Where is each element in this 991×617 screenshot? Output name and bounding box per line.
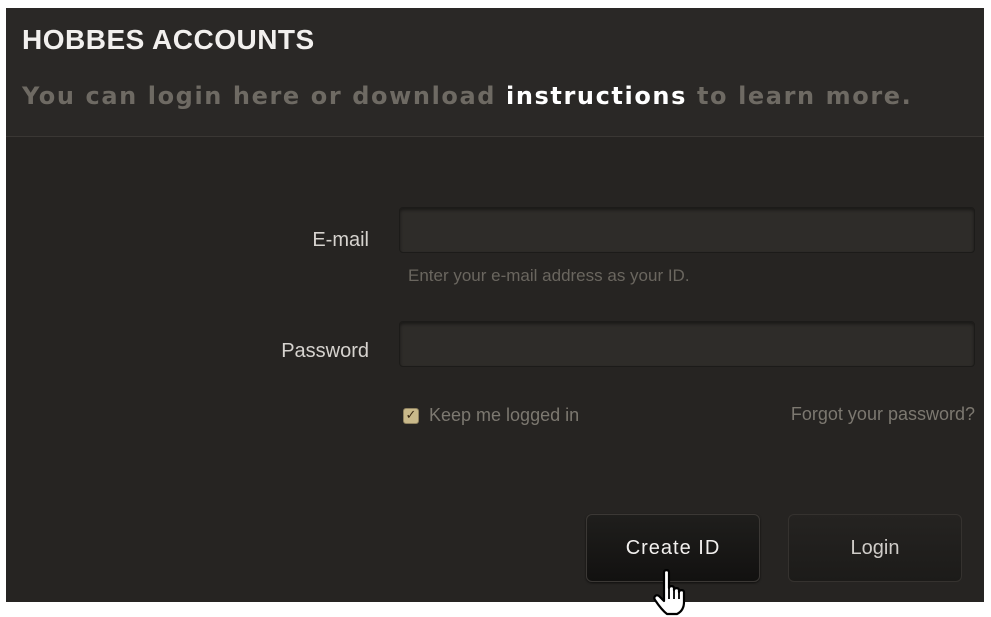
- email-hint: Enter your e-mail address as your ID.: [408, 266, 690, 285]
- subtitle-text-after: to learn more.: [687, 82, 913, 110]
- checkmark-icon: ✓: [405, 408, 417, 423]
- email-label: E-mail: [312, 229, 369, 251]
- forgot-password-link[interactable]: Forgot your password?: [791, 404, 975, 425]
- page-title: HOBBES ACCOUNTS: [22, 24, 315, 55]
- header-subtitle: You can login here or download instructi…: [22, 82, 912, 110]
- accounts-panel: HOBBES ACCOUNTS You can login here or do…: [6, 8, 984, 602]
- create-id-label: Create ID: [625, 536, 721, 559]
- subtitle-text-before: You can login here or download: [22, 82, 507, 110]
- login-label: Login: [850, 536, 900, 559]
- hand-pointer-icon: [653, 569, 686, 616]
- password-label: Password: [281, 340, 369, 362]
- keep-logged-in-label: Keep me logged in: [429, 405, 580, 425]
- keep-logged-in-toggle[interactable]: ✓ Keep me logged in: [403, 405, 579, 426]
- login-button[interactable]: Login: [788, 514, 962, 582]
- header: HOBBES ACCOUNTS You can login here or do…: [6, 8, 984, 137]
- instructions-link[interactable]: instructions: [506, 82, 687, 110]
- email-field[interactable]: [399, 207, 975, 253]
- keep-logged-in-checkbox[interactable]: ✓: [403, 407, 419, 424]
- password-field[interactable]: [399, 321, 975, 367]
